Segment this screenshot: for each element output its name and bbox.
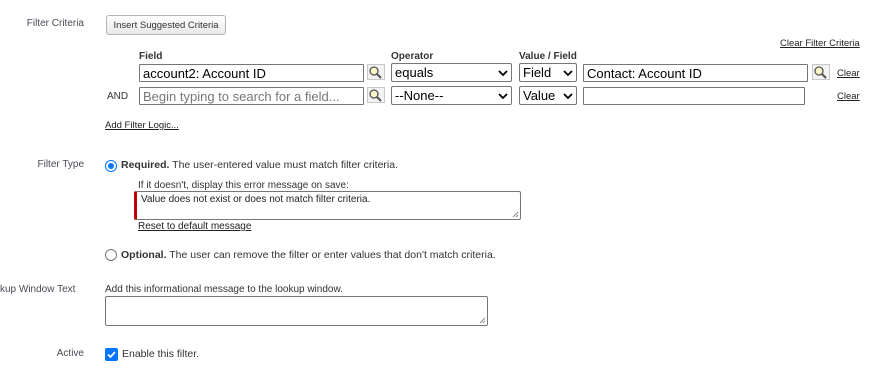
optional-description: The user can remove the filter or enter … — [169, 249, 496, 261]
filter-row-2-clear-link[interactable]: Clear — [837, 91, 860, 102]
filter-row-1-field-input[interactable]: account2: Account ID — [139, 64, 364, 82]
filter-type-label: Filter Type — [37, 159, 85, 170]
error-message-prompt: If it doesn't, display this error messag… — [138, 180, 349, 191]
filter-row-1-clear-link[interactable]: Clear — [837, 68, 860, 79]
value-input-value: Contact: Account ID — [587, 65, 702, 81]
filter-row-1-type-select[interactable]: Field — [519, 63, 577, 82]
type-select-value: Value — [523, 88, 556, 103]
filter-row-1-value-input[interactable]: Contact: Account ID — [583, 64, 808, 82]
chevron-down-icon — [563, 92, 573, 99]
optional-title: Optional. — [121, 249, 167, 261]
value-field-column-header: Value / Field — [519, 51, 577, 62]
filter-row-2-field-input[interactable]: Begin typing to search for a field... — [139, 87, 364, 105]
chevron-down-icon — [498, 92, 508, 99]
filter-row-2-value-input[interactable] — [583, 87, 805, 105]
error-message-textarea[interactable]: Value does not exist or does not match f… — [134, 191, 521, 220]
optional-option-text: Optional. The user can remove the filter… — [121, 249, 496, 261]
chevron-down-icon — [498, 69, 508, 76]
field-input-value: account2: Account ID — [143, 65, 266, 81]
magnifier-lookup-icon[interactable] — [367, 87, 385, 103]
filter-row-1-operator-select[interactable]: equals — [391, 63, 512, 82]
magnifier-lookup-icon[interactable] — [812, 64, 830, 80]
add-filter-logic-link[interactable]: Add Filter Logic... — [105, 120, 179, 131]
lookup-window-textarea[interactable] — [105, 296, 488, 326]
field-input-placeholder: Begin typing to search for a field... — [143, 88, 340, 104]
required-option-text: Required. The user-entered value must ma… — [121, 159, 398, 171]
operator-select-value: equals — [395, 65, 434, 80]
lookup-window-text-label: kup Window Text — [0, 284, 76, 295]
enable-filter-checkbox[interactable] — [105, 348, 118, 361]
chevron-down-icon — [563, 69, 573, 76]
enable-filter-label: Enable this filter. — [122, 348, 200, 360]
clear-filter-criteria-link[interactable]: Clear Filter Criteria — [780, 38, 860, 49]
required-title: Required. — [121, 159, 170, 171]
required-radio[interactable] — [105, 160, 117, 172]
magnifier-lookup-icon[interactable] — [367, 64, 385, 80]
operator-select-value: --None-- — [395, 88, 444, 103]
checkmark-icon — [107, 351, 116, 359]
insert-suggested-criteria-button[interactable]: Insert Suggested Criteria — [106, 15, 226, 35]
resize-grip-icon[interactable] — [512, 211, 519, 218]
field-column-header: Field — [139, 51, 163, 62]
filter-row-2-operator-select[interactable]: --None-- — [391, 86, 512, 105]
reset-default-message-link[interactable]: Reset to default message — [138, 221, 251, 232]
required-description: The user-entered value must match filter… — [172, 159, 399, 171]
lookup-window-prompt: Add this informational message to the lo… — [105, 284, 343, 295]
filter-row-2-type-select[interactable]: Value — [519, 86, 577, 105]
resize-grip-icon[interactable] — [479, 317, 486, 324]
optional-radio[interactable] — [105, 249, 117, 261]
operator-column-header: Operator — [391, 51, 434, 62]
error-message-text: Value does not exist or does not match f… — [141, 194, 371, 205]
type-select-value: Field — [523, 65, 552, 80]
active-label: Active — [56, 348, 84, 359]
filter-criteria-label: Filter Criteria — [26, 18, 84, 29]
and-connector-label: AND — [107, 91, 129, 102]
